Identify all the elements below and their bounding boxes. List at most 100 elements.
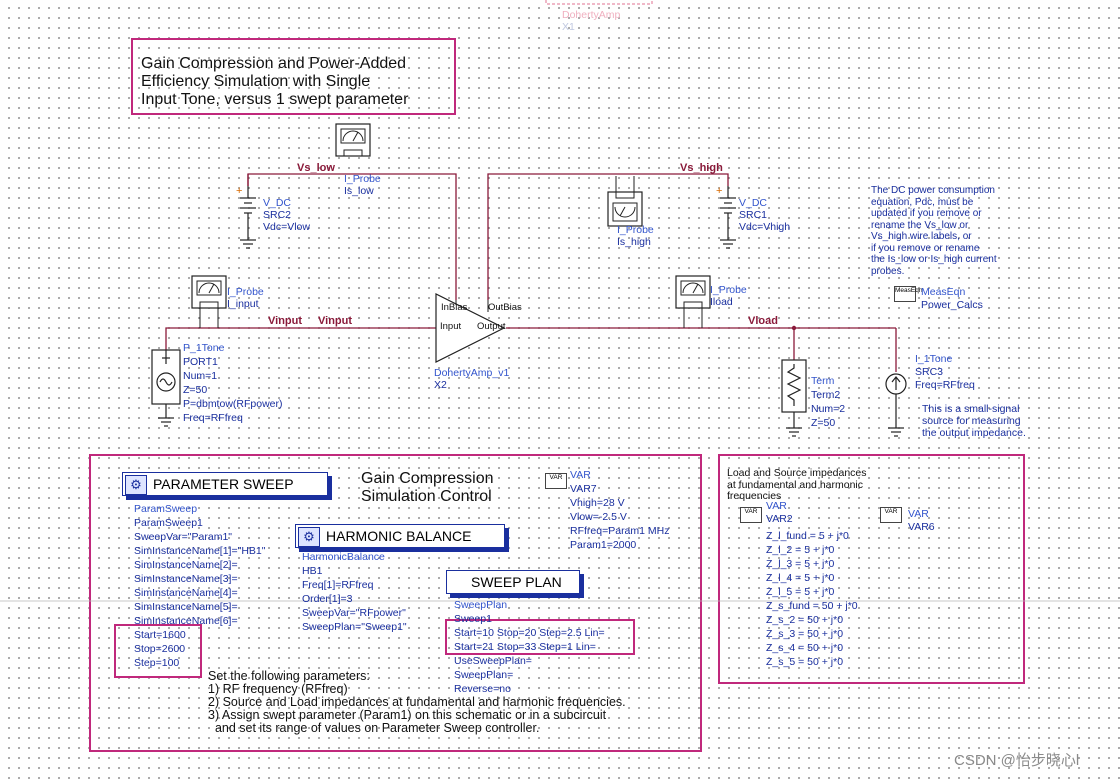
top-component-instance: X1 (562, 21, 575, 33)
offscreen-component-box[interactable] (545, 0, 653, 5)
sim-control-title-line: Simulation Control (361, 488, 492, 505)
param-sweep-controller[interactable]: ⚙ PARAMETER SWEEP (122, 472, 328, 496)
src2-label: V_DC SRC2 Vdc=Vlow (263, 197, 310, 233)
port1-z: Z=50 (183, 384, 208, 396)
wire-label-vload[interactable]: Vload (748, 315, 778, 327)
param-sweep-line: SimInstanceName[5]= (134, 601, 238, 613)
is-low-label: I_Probe Is_low (344, 173, 381, 197)
i-input-name: I_input (227, 298, 259, 310)
amp-pin-input: Input (440, 321, 462, 332)
hb-line: SweepPlan="Sweep1" (302, 621, 407, 633)
pdc-note: The DC power consumption equation, Pdc, … (871, 185, 997, 277)
impedance-value: Z_s_4 = 50 + j*0 (766, 642, 844, 654)
var6-name: VAR6 (908, 521, 935, 533)
instruction-line: and set its range of values on Parameter… (208, 721, 540, 735)
is-low-probe-symbol[interactable] (335, 123, 371, 157)
is-high-name: Is_high (617, 236, 651, 248)
var6-icon[interactable]: VAR (880, 507, 902, 523)
sweep-plan-line: Sweep1 (454, 613, 492, 625)
impedance-value: Z_l_5 = 5 + j*0 (766, 586, 835, 598)
pdc-note-line: rename the Vs_low or (871, 219, 969, 231)
wire-label-vs-low[interactable]: Vs_low (297, 162, 335, 174)
var7-params: VAR VAR7 Vhigh=28 V Vlow=-2.5 V RFfreq=P… (570, 468, 669, 552)
var2-name: VAR2 (766, 513, 793, 525)
var7-line: RFfreq=Param1 MHz (570, 525, 670, 537)
term2-name: Term2 (811, 389, 841, 401)
var2-icon[interactable]: VAR (740, 507, 762, 523)
harmonic-balance-controller[interactable]: ⚙ HARMONIC BALANCE (295, 524, 505, 548)
src2-type: V_DC (263, 197, 292, 209)
plus-sign-src1: + (716, 185, 722, 197)
param-sweep-stop: Stop=2600 (134, 643, 186, 655)
sweep-plan-label: SWEEP PLAN (471, 574, 562, 590)
impedance-value: Z_l_fund = 5 + j*0 (766, 530, 849, 542)
sweep-plan-range: Start=10 Stop=20 Step=2.5 Lin= (454, 627, 605, 639)
top-component-name: DohertyAmp (562, 9, 621, 21)
param-sweep-start: Start=1600 (134, 629, 186, 641)
param-sweep-line: SimInstanceName[4]= (134, 587, 238, 599)
impedance-value: Z_s_5 = 50 + j*0 (766, 656, 844, 668)
is-low-type: I_Probe (344, 173, 381, 185)
src1-type: V_DC (739, 197, 768, 209)
wire-label-vinput-1[interactable]: Vinput (268, 315, 302, 327)
hb-line: HB1 (302, 565, 323, 577)
meas-eqn-name: Power_Calcs (921, 299, 983, 311)
junction-dot (791, 325, 797, 331)
is-high-probe-symbol[interactable] (607, 176, 643, 227)
var6-label: VAR VAR6 (908, 508, 935, 534)
port1-p: P=dbmtow(RFpower) (183, 398, 283, 410)
param-sweep-line: ParamSweep (134, 503, 198, 515)
title-note-box[interactable]: Gain Compression and Power-Added Efficie… (131, 38, 456, 115)
port1-num: Num=1 (183, 370, 218, 382)
amp-pin-outbias: OutBias (488, 302, 522, 313)
port1-source-symbol[interactable] (151, 349, 181, 427)
src1-label: V_DC SRC1 Vdc=Vhigh (739, 197, 790, 233)
src3-current-source-symbol[interactable] (885, 373, 907, 437)
i-input-type: I_Probe (227, 286, 264, 298)
sweep-plan-controller[interactable]: SWEEP PLAN (446, 570, 580, 594)
wire-label-vs-high[interactable]: Vs_high (680, 162, 723, 174)
iload-probe-symbol[interactable] (675, 275, 711, 328)
impedances-header-line: Load and Source impedances (727, 467, 867, 479)
var7-line: VAR7 (570, 483, 597, 495)
param-sweep-line: SimInstanceName[3]= (134, 573, 238, 585)
var7-line: Vhigh=28 V (570, 497, 625, 509)
i-input-probe-symbol[interactable] (191, 275, 227, 328)
param-sweep-label: PARAMETER SWEEP (153, 476, 294, 492)
var7-line: VAR (570, 469, 591, 481)
pdc-note-line: Vs_high wire labels, or (871, 231, 972, 242)
impedances-header: Load and Source impedances at fundamenta… (727, 467, 867, 503)
iload-type: I_Probe (710, 284, 747, 296)
var6-type: VAR (908, 508, 929, 520)
term2-type: Term (811, 375, 835, 387)
var7-icon[interactable]: VAR (545, 473, 567, 489)
instructions-text: Set the following parameters: 1) RF freq… (208, 670, 626, 735)
src2-name: SRC2 (263, 209, 292, 221)
pdc-note-line: updated if you remove or (871, 208, 982, 219)
src1-name: SRC1 (739, 209, 768, 221)
pdc-note-line: probes. (871, 265, 905, 277)
var7-line: Param1=2000 (570, 539, 637, 551)
i-input-label: I_Probe I_input (227, 286, 264, 310)
term2-label: Term Term2 Num=2 Z=50 (811, 374, 845, 430)
iload-label: I_Probe Iload (710, 284, 747, 308)
iload-name: Iload (710, 296, 733, 308)
is-high-type: I_Probe (617, 224, 654, 236)
is-high-label: I_Probe Is_high (617, 224, 654, 248)
amp-pin-inbias: InBias (441, 302, 468, 313)
meas-eqn-label: MeasEqn Power_Calcs (921, 286, 983, 312)
sim-control-title: Gain Compression Simulation Control (361, 470, 494, 506)
wire-label-vinput-2[interactable]: Vinput (318, 315, 352, 327)
term2-symbol[interactable] (781, 359, 807, 437)
src3-note-line: source for measuring (922, 415, 1021, 427)
meas-eqn-icon[interactable]: MeasEqn (894, 286, 922, 302)
var7-line: Vlow=-2.5 V (570, 511, 627, 523)
src3-note-line: This is a small-signal (922, 403, 1020, 415)
title-line-2: Efficiency Simulation with Single (141, 73, 371, 90)
pdc-note-line: if you remove or rename (871, 242, 980, 254)
term2-num: Num=2 (811, 403, 846, 415)
meas-eqn-type: MeasEqn (921, 286, 966, 298)
is-low-name: Is_low (344, 185, 374, 197)
param-sweep-step: Step=100 (134, 657, 180, 669)
impedance-value: Z_s_fund = 50 + j*0 (766, 600, 858, 612)
